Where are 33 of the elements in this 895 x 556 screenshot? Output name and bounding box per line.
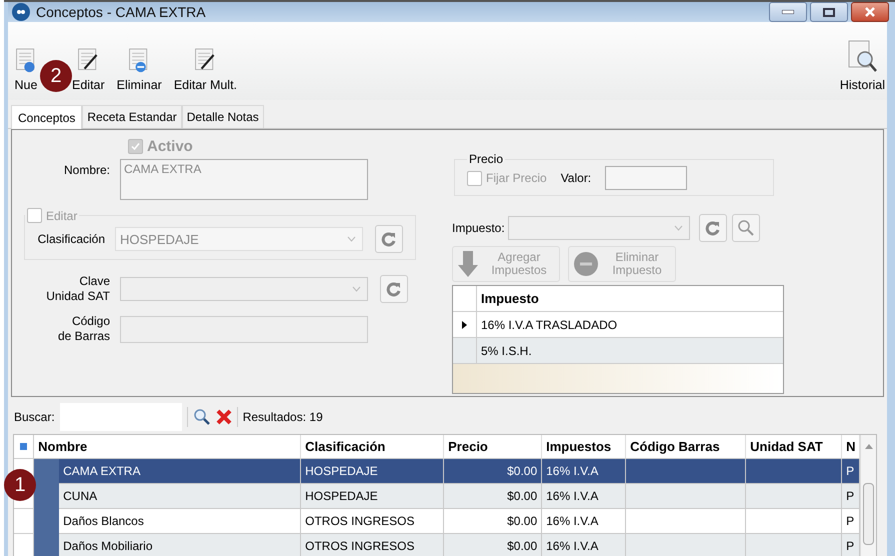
table-cell: P [842,509,860,534]
table-cell: OTROS INGRESOS [301,534,444,556]
table-cell: 16% I.V.A [542,509,626,534]
table-cell: $0.00 [444,534,542,556]
search-label: Buscar: [14,410,55,424]
table-cell: 16% I.V.A [542,459,626,484]
table-cell: CUNA [59,484,302,509]
table-cell: Daños Blancos [59,509,302,534]
window-title: Conceptos - CAMA EXTRA [36,4,206,20]
field-label: Valor: [560,171,592,185]
table-cell: $0.00 [444,484,542,509]
table-cell-text: 16% I.V.A TRASLADADO [480,316,618,334]
field-label: Clasificación [36,232,106,246]
table-cell: HOSPEDAJE [301,459,444,484]
table-cell: OTROS INGRESOS [301,509,444,534]
field-label: Clave Unidad SAT [45,274,111,304]
field-label: Código de Barras [56,314,111,344]
table-cell: P [842,484,860,509]
table-cell-text: 5% I.S.H. [480,342,533,360]
group-title: Precio [468,152,504,166]
table-cell: HOSPEDAJE [301,484,444,509]
results-count: Resultados: 19 [242,410,323,424]
table-cell: CAMA EXTRA [59,459,302,484]
column-header: Impuesto [480,290,540,308]
field-label: Impuesto: [452,221,505,235]
table-cell: 16% I.V.A [542,484,626,509]
table-cell: 16% I.V.A [542,534,626,556]
table-cell: P [842,459,860,484]
table-cell: P [842,534,860,556]
table-cell: Daños Mobiliario [59,534,302,556]
table-cell: $0.00 [444,459,542,484]
table-cell: $0.00 [444,509,542,534]
field-label: Nombre: [62,162,111,178]
